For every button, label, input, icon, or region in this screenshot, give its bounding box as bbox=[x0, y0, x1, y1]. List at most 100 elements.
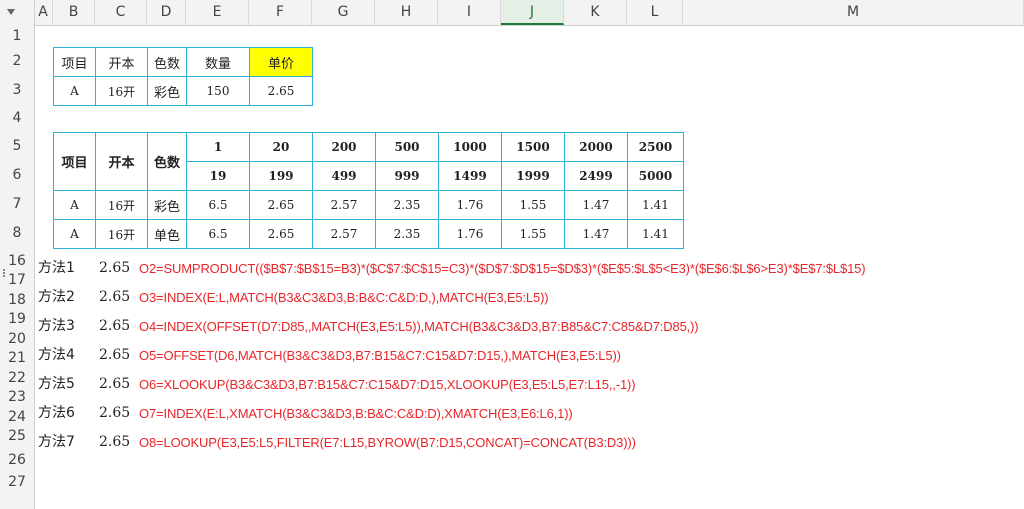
column-header-g[interactable]: G bbox=[312, 0, 375, 25]
cell-k6[interactable]: 2499 bbox=[564, 161, 628, 191]
cell-k5[interactable]: 2000 bbox=[564, 132, 628, 162]
cell-e3[interactable]: 150 bbox=[186, 76, 250, 106]
cell-b2[interactable]: 项目 bbox=[53, 47, 96, 77]
column-header-b[interactable]: B bbox=[53, 0, 95, 25]
cell-g7[interactable]: 2.57 bbox=[312, 190, 376, 220]
cell-l8[interactable]: 1.41 bbox=[627, 219, 684, 249]
cell-h8[interactable]: 2.35 bbox=[375, 219, 439, 249]
row-header-19[interactable]: 19 bbox=[0, 311, 34, 328]
method-label[interactable]: 方法4 bbox=[38, 341, 75, 370]
column-header-f[interactable]: F bbox=[249, 0, 312, 25]
method-label[interactable]: 方法6 bbox=[38, 399, 75, 428]
column-header-a[interactable]: A bbox=[34, 0, 53, 25]
cell-c8[interactable]: 16开 bbox=[95, 219, 148, 249]
cell-e6[interactable]: 19 bbox=[186, 161, 250, 191]
cell-l7[interactable]: 1.41 bbox=[627, 190, 684, 220]
row-header-4[interactable]: 4 bbox=[0, 105, 34, 132]
method-label[interactable]: 方法3 bbox=[38, 312, 75, 341]
cell-i7[interactable]: 1.76 bbox=[438, 190, 502, 220]
cell-g5[interactable]: 200 bbox=[312, 132, 376, 162]
row-header-6[interactable]: 6 bbox=[0, 161, 34, 190]
method-formula[interactable]: O5=OFFSET(D6,MATCH(B3&C3&D3,B7:B15&C7:C1… bbox=[139, 341, 621, 370]
row-header-24[interactable]: 24 bbox=[0, 407, 34, 427]
column-header-i[interactable]: I bbox=[438, 0, 501, 25]
cell-c7[interactable]: 16开 bbox=[95, 190, 148, 220]
row-header-3[interactable]: 3 bbox=[0, 76, 34, 105]
hidden-rows-marker[interactable] bbox=[3, 269, 7, 277]
cell-e7[interactable]: 6.5 bbox=[186, 190, 250, 220]
cell-b3[interactable]: A bbox=[53, 76, 96, 106]
cell-d3[interactable]: 彩色 bbox=[147, 76, 187, 106]
method-formula[interactable]: O8=LOOKUP(E3,E5:L5,FILTER(E7:L15,BYROW(B… bbox=[139, 428, 636, 457]
method-value[interactable]: 2.65 bbox=[99, 370, 130, 399]
cell-j6[interactable]: 1999 bbox=[501, 161, 565, 191]
row-header-22[interactable]: 22 bbox=[0, 368, 34, 388]
cell-i5[interactable]: 1000 bbox=[438, 132, 502, 162]
cell-d8[interactable]: 单色 bbox=[147, 219, 187, 249]
cell-b5-item-header[interactable]: 项目 bbox=[53, 132, 96, 191]
cell-b7[interactable]: A bbox=[53, 190, 96, 220]
row-header-25[interactable]: 25 bbox=[0, 428, 34, 445]
method-formula[interactable]: O2=SUMPRODUCT(($B$7:$B$15=B3)*($C$7:$C$1… bbox=[139, 254, 866, 283]
row-header-7[interactable]: 7 bbox=[0, 190, 34, 219]
cell-j8[interactable]: 1.55 bbox=[501, 219, 565, 249]
select-all-corner[interactable] bbox=[0, 0, 35, 25]
column-header-e[interactable]: E bbox=[186, 0, 249, 25]
cell-f7[interactable]: 2.65 bbox=[249, 190, 313, 220]
method-label[interactable]: 方法1 bbox=[38, 254, 75, 283]
cell-e8[interactable]: 6.5 bbox=[186, 219, 250, 249]
cell-l5[interactable]: 2500 bbox=[627, 132, 684, 162]
cell-f8[interactable]: 2.65 bbox=[249, 219, 313, 249]
method-formula[interactable]: O4=INDEX(OFFSET(D7:D85,,MATCH(E3,E5:L5))… bbox=[139, 312, 699, 341]
cell-d7[interactable]: 彩色 bbox=[147, 190, 187, 220]
method-formula[interactable]: O3=INDEX(E:L,MATCH(B3&C3&D3,B:B&C:C&D:D,… bbox=[139, 283, 549, 312]
cell-c3[interactable]: 16开 bbox=[95, 76, 148, 106]
cell-l6[interactable]: 5000 bbox=[627, 161, 684, 191]
row-header-8[interactable]: 8 bbox=[0, 219, 34, 248]
cell-b8[interactable]: A bbox=[53, 219, 96, 249]
cell-d2[interactable]: 色数 bbox=[147, 47, 187, 77]
column-header-h[interactable]: H bbox=[375, 0, 438, 25]
column-header-k[interactable]: K bbox=[564, 0, 627, 25]
cell-k8[interactable]: 1.47 bbox=[564, 219, 628, 249]
row-header-21[interactable]: 21 bbox=[0, 350, 34, 367]
method-label[interactable]: 方法7 bbox=[38, 428, 75, 457]
row-header-26[interactable]: 26 bbox=[0, 450, 34, 470]
cell-g6[interactable]: 499 bbox=[312, 161, 376, 191]
cell-i8[interactable]: 1.76 bbox=[438, 219, 502, 249]
cell-h6[interactable]: 999 bbox=[375, 161, 439, 191]
method-value[interactable]: 2.65 bbox=[99, 341, 130, 370]
cell-k7[interactable]: 1.47 bbox=[564, 190, 628, 220]
method-value[interactable]: 2.65 bbox=[99, 254, 130, 283]
cell-e2[interactable]: 数量 bbox=[186, 47, 250, 77]
cell-f5[interactable]: 20 bbox=[249, 132, 313, 162]
method-label[interactable]: 方法2 bbox=[38, 283, 75, 312]
method-label[interactable]: 方法5 bbox=[38, 370, 75, 399]
cell-g8[interactable]: 2.57 bbox=[312, 219, 376, 249]
row-header-23[interactable]: 23 bbox=[0, 389, 34, 406]
row-header-5[interactable]: 5 bbox=[0, 132, 34, 161]
cell-h5[interactable]: 500 bbox=[375, 132, 439, 162]
cell-f6[interactable]: 199 bbox=[249, 161, 313, 191]
method-value[interactable]: 2.65 bbox=[99, 399, 130, 428]
cell-f3[interactable]: 2.65 bbox=[249, 76, 313, 106]
method-formula[interactable]: O7=INDEX(E:L,XMATCH(B3&C3&D3,B:B&C:C&D:D… bbox=[139, 399, 573, 428]
cell-h7[interactable]: 2.35 bbox=[375, 190, 439, 220]
row-header-18[interactable]: 18 bbox=[0, 290, 34, 310]
row-header-2[interactable]: 2 bbox=[0, 47, 34, 76]
column-header-m[interactable]: M bbox=[683, 0, 1024, 25]
cell-c2[interactable]: 开本 bbox=[95, 47, 148, 77]
column-header-l[interactable]: L bbox=[627, 0, 683, 25]
method-value[interactable]: 2.65 bbox=[99, 283, 130, 312]
method-value[interactable]: 2.65 bbox=[99, 312, 130, 341]
cell-j7[interactable]: 1.55 bbox=[501, 190, 565, 220]
method-value[interactable]: 2.65 bbox=[99, 428, 130, 457]
row-header-20[interactable]: 20 bbox=[0, 329, 34, 349]
column-header-d[interactable]: D bbox=[147, 0, 186, 25]
cell-f2-unit-price-header[interactable]: 单价 bbox=[249, 47, 313, 77]
method-formula[interactable]: O6=XLOOKUP(B3&C3&D3,B7:B15&C7:C15&D7:D15… bbox=[139, 370, 636, 399]
row-header-27[interactable]: 27 bbox=[0, 472, 34, 492]
column-header-c[interactable]: C bbox=[95, 0, 147, 25]
cell-e5[interactable]: 1 bbox=[186, 132, 250, 162]
cell-i6[interactable]: 1499 bbox=[438, 161, 502, 191]
